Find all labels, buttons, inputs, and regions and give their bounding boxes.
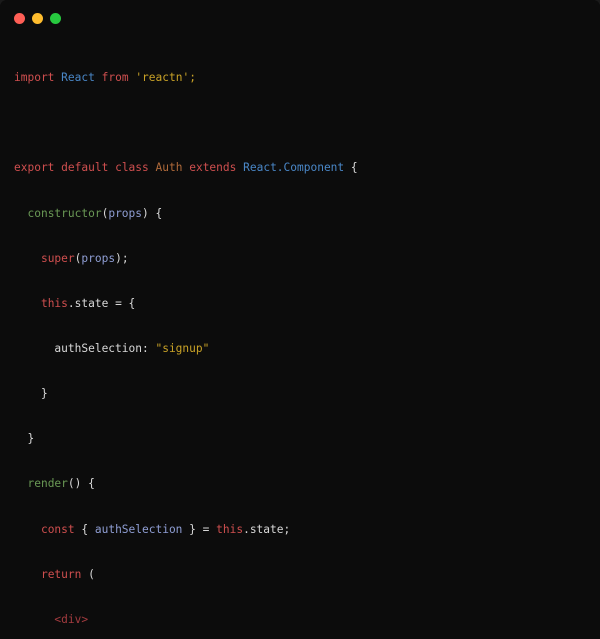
token-close-brace2: } [27,432,35,446]
token-destructure-open: { [74,522,95,536]
token-dot: . [67,296,75,310]
token-export: export [14,161,55,175]
minimize-button[interactable] [32,12,43,24]
token-react: React [61,71,95,85]
token-brace: { [344,161,358,175]
token-this2: this [216,522,244,536]
token-space2 [95,71,102,84]
token-import: import [14,71,55,85]
token-super: super [40,251,75,265]
token-return-paren: ( [81,567,95,581]
token-default: default [61,161,109,175]
code-line: authSelection: "signup" [14,341,600,356]
code-line: this.state = { [14,296,600,311]
token-semicolon: ); [115,251,129,265]
token-state2: state [249,522,284,536]
code-line: } [14,431,600,446]
token-auth-selection2: authSelection [94,522,183,536]
close-button[interactable] [14,12,25,24]
token-react-component: React.Component [243,161,345,175]
token-state: state [74,296,109,310]
token-close-brace: } [40,387,48,401]
code-line: super(props); [14,251,600,266]
token-props: props [108,206,143,220]
window-titlebar[interactable] [0,0,600,36]
code-line: import React from 'reactn'; [14,70,600,85]
maximize-button[interactable] [50,12,61,24]
token-auth-selection: authSelection [54,341,142,355]
token-const: const [40,522,75,536]
token-assign: = { [108,296,136,310]
token-constructor: constructor [27,206,102,220]
token-this: this [40,296,68,310]
token-paren-close: ) { [142,206,163,220]
code-line: constructor(props) { [14,206,600,221]
token-destructure-close: } = [182,522,217,536]
token-dot2: . [243,522,250,536]
code-line: render() { [14,476,600,491]
token-return: return [40,567,82,581]
token-from: from [101,71,129,85]
token-auth: Auth [155,161,183,175]
token-props2: props [81,251,116,265]
token-signup-value: "signup" [155,341,210,355]
token-semi2: ; [283,522,291,536]
code-line: export default class Auth extends React.… [14,160,600,175]
token-module-name: 'reactn'; [135,71,196,85]
code-line: return ( [14,567,600,582]
token-extends: extends [189,161,237,175]
code-line: <div> [14,612,600,627]
code-line: } [14,386,600,401]
token-class: class [115,161,149,175]
code-line: const { authSelection } = this.state; [14,522,600,537]
token-colon: : [141,341,156,355]
code-editor-window: import React from 'reactn'; export defau… [0,0,600,639]
token-render-paren: () { [67,477,95,491]
token-render: render [27,477,68,491]
code-content[interactable]: import React from 'reactn'; export defau… [0,36,600,639]
token-div-open: <div> [54,612,89,626]
